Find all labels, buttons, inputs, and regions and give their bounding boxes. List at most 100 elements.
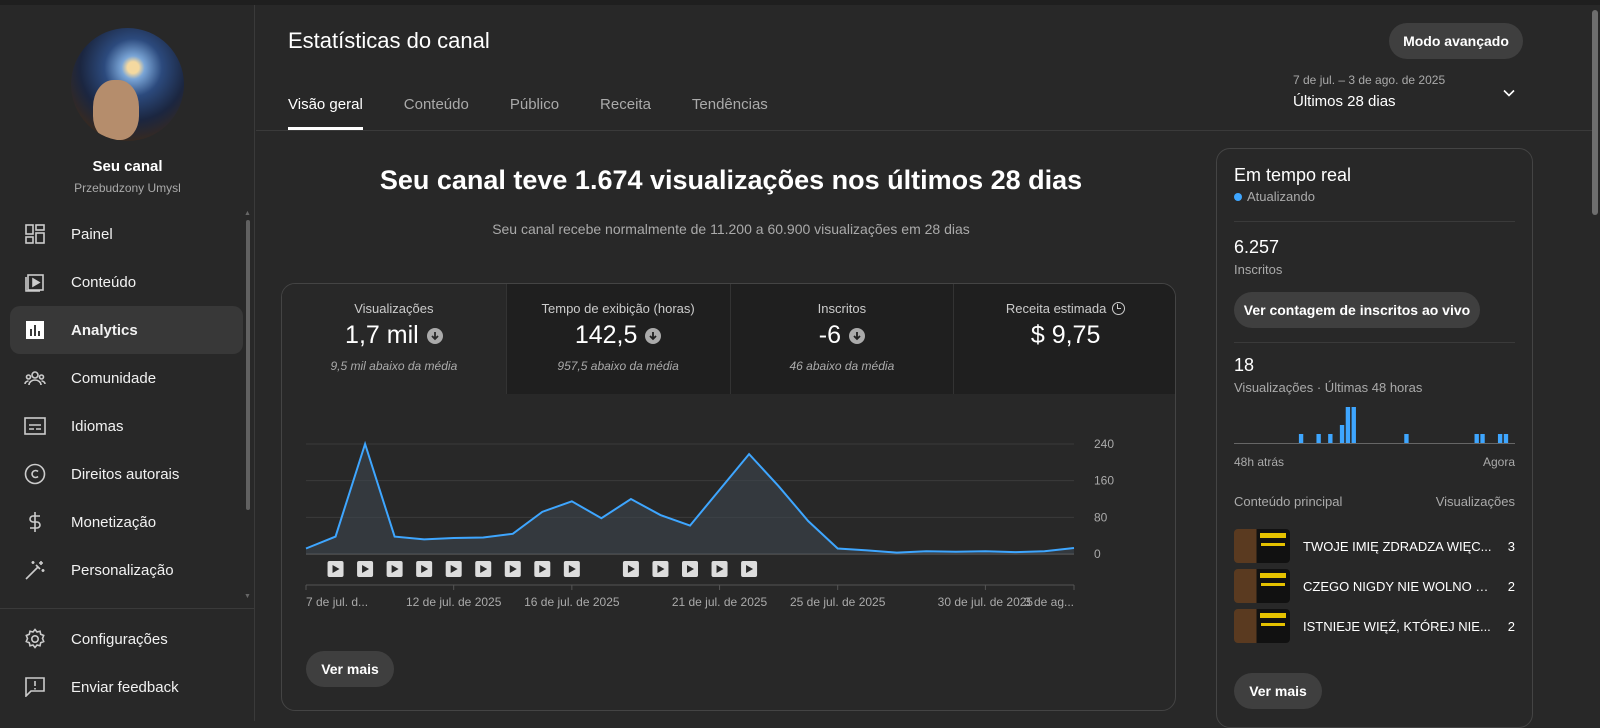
see-more-button[interactable]: Ver mais — [306, 651, 394, 687]
sidebar-item-label: Conteúdo — [71, 273, 137, 291]
scroll-up-arrow[interactable]: ▲ — [244, 210, 251, 217]
sidebar-nav: Painel Conteúdo Analytics Comunidade Idi… — [10, 210, 243, 594]
page-scrollbar[interactable] — [1592, 10, 1598, 215]
chevron-down-icon[interactable] — [1502, 86, 1516, 100]
sidebar-item-conteudo[interactable]: Conteúdo — [10, 258, 243, 306]
metric-subscribers[interactable]: Inscritos -6 46 abaixo da média — [729, 284, 954, 394]
video-title: CZEGO NIGDY NIE WOLNO R... — [1303, 578, 1493, 594]
y-tick-label: 0 — [1094, 547, 1101, 561]
video-views: 2 — [1507, 578, 1515, 594]
realtime-bar-chart[interactable] — [1234, 407, 1515, 449]
video-views: 2 — [1507, 618, 1515, 634]
tab-publico[interactable]: Público — [510, 96, 559, 130]
metric-title: Visualizações — [354, 301, 434, 316]
realtime-bar[interactable] — [1503, 434, 1509, 443]
summary-subline: Seu canal recebe normalmente de 11.200 a… — [492, 221, 970, 237]
realtime-bar[interactable] — [1497, 434, 1503, 443]
tabs-divider — [256, 130, 1596, 131]
views-chart[interactable]: 0 80 160 240 7 de jul. d... 12 de jul. de 202… — [282, 394, 1176, 614]
realtime-see-more-button[interactable]: Ver mais — [1234, 673, 1322, 709]
metric-watch-time[interactable]: Tempo de exibição (horas) 142,5 957,5 ab… — [505, 284, 730, 394]
video-published-marker[interactable] — [741, 561, 758, 577]
realtime-start-label: 48h atrás — [1234, 455, 1285, 469]
video-published-marker[interactable] — [445, 561, 462, 577]
realtime-bar[interactable] — [1345, 407, 1351, 443]
x-tick-label: 12 de jul. de 2025 — [406, 595, 502, 609]
content-icon — [24, 271, 46, 293]
metric-revenue[interactable]: Receita estimada $ 9,75 — [953, 284, 1175, 394]
date-range-text[interactable]: 7 de jul. – 3 de ago. de 2025 — [1293, 73, 1445, 87]
video-published-marker[interactable] — [416, 561, 433, 577]
magic-wand-icon — [24, 559, 46, 581]
x-tick-label: 21 de jul. de 2025 — [672, 595, 768, 609]
realtime-bar[interactable] — [1351, 407, 1356, 443]
video-published-marker[interactable] — [504, 561, 521, 577]
realtime-bar[interactable] — [1339, 425, 1345, 443]
scroll-down-arrow[interactable]: ▼ — [244, 593, 251, 600]
sidebar-item-direitos-autorais[interactable]: Direitos autorais — [10, 450, 243, 498]
sidebar-item-label: Monetização — [71, 513, 157, 531]
video-published-marker[interactable] — [534, 561, 551, 577]
realtime-bar[interactable] — [1480, 434, 1485, 443]
divider — [1234, 221, 1515, 222]
tab-visao-geral[interactable]: Visão geral — [288, 96, 363, 130]
channel-name[interactable]: Seu canal — [0, 158, 255, 175]
sidebar-item-analytics[interactable]: Analytics — [10, 306, 243, 354]
video-published-marker[interactable] — [682, 561, 698, 577]
video-published-marker[interactable] — [563, 561, 580, 577]
sidebar-item-configuracoes[interactable]: Configurações — [10, 615, 243, 663]
realtime-updating: Atualizando — [1247, 189, 1315, 204]
tab-tendencias[interactable]: Tendências — [692, 96, 768, 130]
date-range-label[interactable]: Últimos 28 dias — [1293, 93, 1396, 110]
advanced-mode-button[interactable]: Modo avançado — [1389, 23, 1523, 59]
top-content-row[interactable]: ISTNIEJE WIĘŹ, KTÓREJ NIE... 2 — [1234, 609, 1515, 643]
video-published-marker[interactable] — [475, 561, 492, 577]
video-published-marker[interactable] — [357, 561, 374, 577]
sidebar-item-label: Personalização — [71, 561, 174, 579]
sidebar-item-enviar-feedback[interactable]: Enviar feedback — [10, 663, 243, 711]
video-published-marker[interactable] — [386, 561, 403, 577]
tab-receita[interactable]: Receita — [600, 96, 651, 130]
arrow-down-icon — [645, 327, 662, 344]
sidebar-item-label: Analytics — [71, 321, 138, 339]
video-thumbnail — [1234, 529, 1290, 563]
sidebar-item-monetizacao[interactable]: Monetização — [10, 498, 243, 546]
metric-value: $ 9,75 — [1030, 321, 1101, 349]
top-content-row[interactable]: TWOJE IMIĘ ZDRADZA WIĘC... 3 — [1234, 529, 1515, 563]
video-published-marker[interactable] — [711, 561, 728, 577]
sidebar-item-comunidade[interactable]: Comunidade — [10, 354, 243, 402]
video-published-marker[interactable] — [327, 561, 344, 577]
summary-headline: Seu canal teve 1.674 visualizações nos ú… — [379, 165, 1083, 195]
metric-title: Receita estimada — [1005, 301, 1107, 316]
tab-bar: Visão geral Conteúdo Público Receita Ten… — [288, 96, 809, 130]
sidebar-item-painel[interactable]: Painel — [10, 210, 243, 258]
realtime-views-label: Visualizações · Últimas 48 horas — [1234, 380, 1423, 395]
analytics-icon — [24, 319, 46, 341]
video-title: ISTNIEJE WIĘŹ, KTÓREJ NIE... — [1303, 618, 1491, 634]
video-published-marker[interactable] — [622, 561, 639, 577]
copyright-icon — [24, 463, 46, 485]
realtime-bar[interactable] — [1474, 434, 1479, 443]
sidebar-item-idiomas[interactable]: Idiomas — [10, 402, 243, 450]
sidebar-item-personalizacao[interactable]: Personalização — [10, 546, 243, 594]
dashboard-icon — [24, 223, 46, 245]
realtime-bar[interactable] — [1404, 434, 1409, 443]
realtime-title: Em tempo real — [1234, 165, 1352, 185]
realtime-bar[interactable] — [1328, 434, 1333, 443]
metric-views[interactable]: Visualizações 1,7 mil 9,5 mil abaixo da … — [282, 284, 506, 394]
sidebar-scrollbar[interactable] — [246, 220, 250, 510]
realtime-bar[interactable] — [1298, 434, 1304, 443]
subscriber-label: Inscritos — [1234, 262, 1283, 277]
clock-icon — [1112, 302, 1126, 315]
live-subscriber-count-button[interactable]: Ver contagem de inscritos ao vivo — [1234, 292, 1480, 328]
top-content-row[interactable]: CZEGO NIGDY NIE WOLNO R... 2 — [1234, 569, 1515, 603]
sidebar-item-label: Enviar feedback — [71, 678, 179, 696]
video-published-marker[interactable] — [652, 561, 669, 577]
live-dot-icon — [1234, 192, 1242, 201]
feedback-icon — [24, 676, 46, 698]
realtime-panel: Em tempo real Atualizando 6.257 Inscrito… — [1216, 148, 1533, 728]
tab-conteudo[interactable]: Conteúdo — [404, 96, 469, 130]
channel-handle: Przebudzony Umysl — [74, 181, 181, 195]
channel-avatar[interactable] — [71, 28, 184, 141]
realtime-bar[interactable] — [1316, 434, 1321, 443]
